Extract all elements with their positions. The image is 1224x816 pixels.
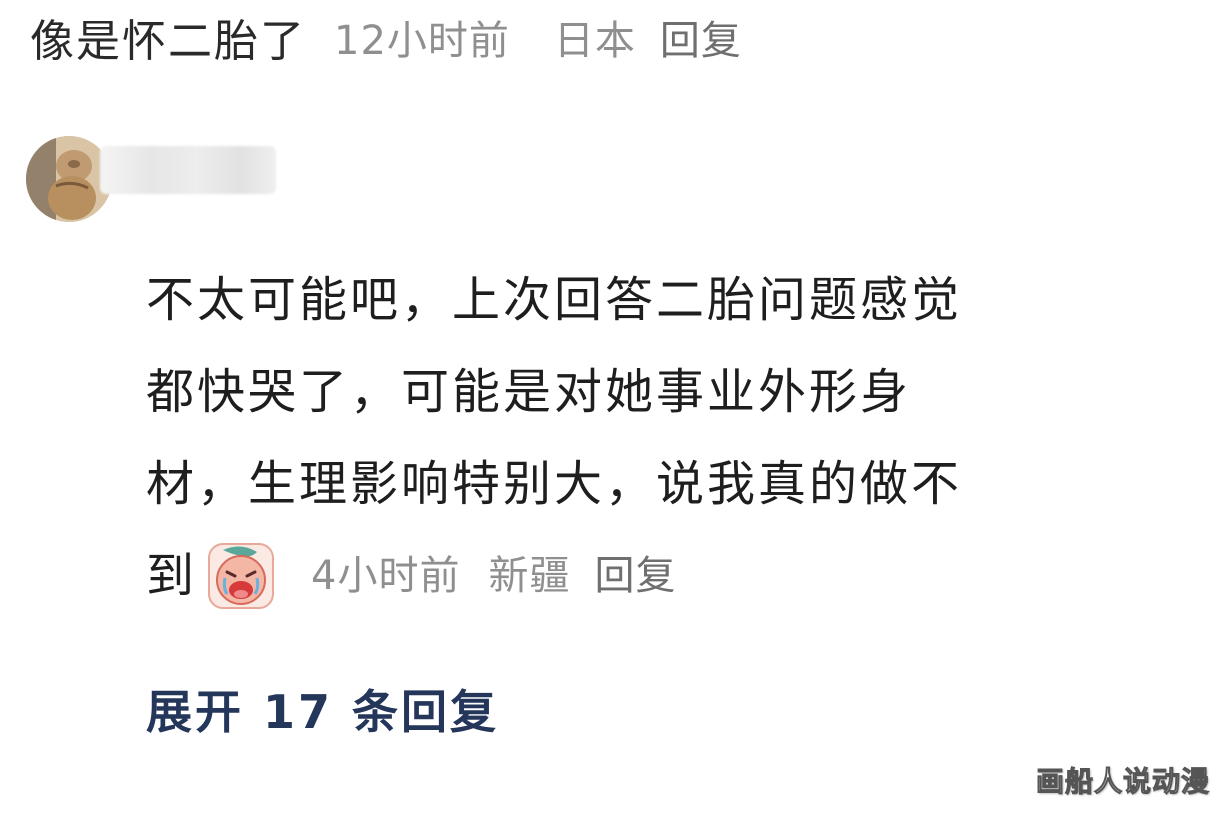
reply-line-2: 都快哭了，可能是对她事业外形身 (146, 364, 912, 420)
reply-comment-time: 4小时前 (311, 553, 461, 599)
crying-face-icon (207, 542, 275, 610)
reply-last-line-text: 到 (146, 548, 198, 604)
parent-comment-time: 12小时前 (334, 18, 510, 64)
reply-comment-body: 不太可能吧，上次回答二胎问题感觉 都快哭了，可能是对她事业外形身 材，生理影响特… (146, 254, 1206, 622)
reply-line-3: 材，生理影响特别大，说我真的做不 (146, 456, 963, 512)
reply-comment-location: 新疆 (488, 553, 571, 599)
watermark: 画船人说动漫 (1035, 765, 1210, 799)
reply-line-4: 到 4小时前 新疆 回复 (146, 530, 1206, 622)
username-blurred[interactable] (100, 146, 276, 194)
reply-button[interactable]: 回复 (594, 530, 676, 622)
parent-comment-row: 像是怀二胎了 12小时前 日本 回复 (30, 2, 742, 72)
parent-comment-location: 日本 (553, 18, 636, 64)
parent-reply-button[interactable]: 回复 (660, 8, 742, 66)
expand-replies-link[interactable]: 展开 17 条回复 (146, 676, 499, 742)
reply-line-1: 不太可能吧，上次回答二胎问题感觉 (146, 272, 963, 328)
parent-comment-text: 像是怀二胎了 (30, 16, 306, 67)
